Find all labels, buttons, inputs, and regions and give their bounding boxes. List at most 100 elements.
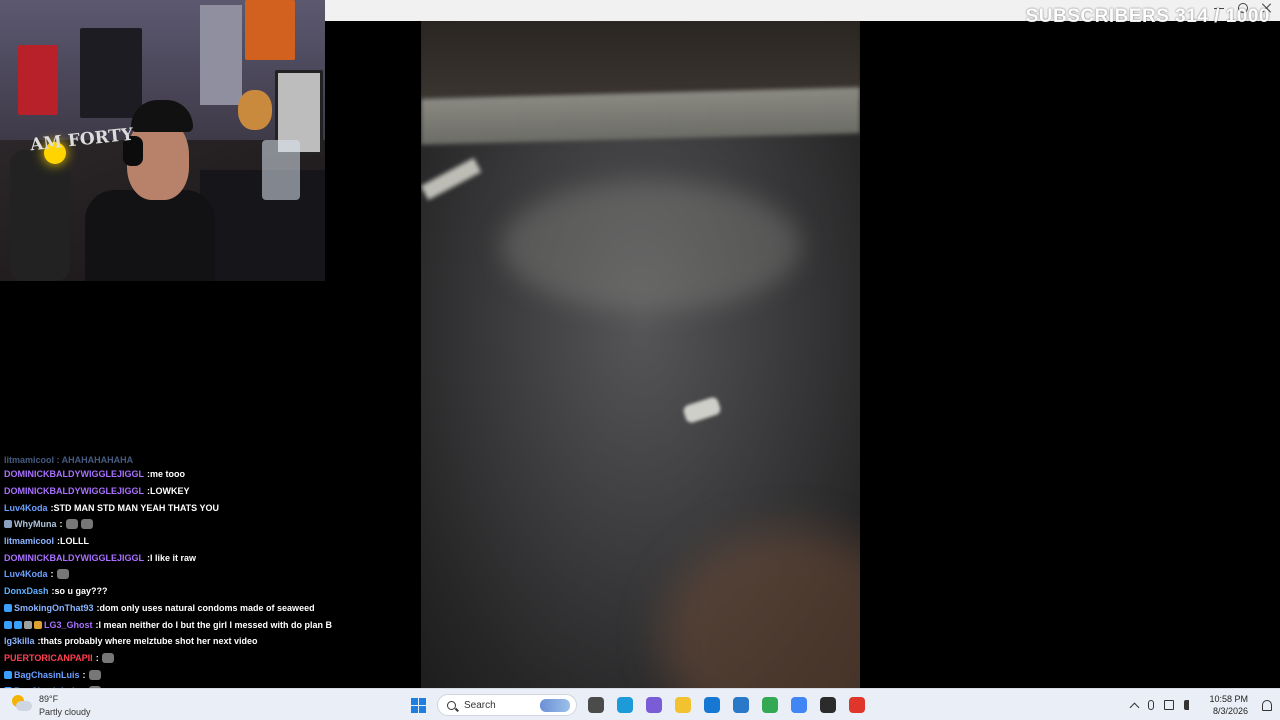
chat-separator: :: [82, 669, 86, 680]
chat-message: BagChasinLuis:: [0, 666, 420, 683]
folder-icon: [674, 697, 691, 713]
taskbar-app-obs[interactable]: [817, 695, 838, 716]
chat-message-partial: litmamicool : AHAHAHAHAHA: [4, 455, 134, 465]
chat-username[interactable]: Luv4Koda: [4, 569, 48, 579]
webcam-chair: [10, 150, 70, 281]
chat-emote-icon: [101, 652, 114, 663]
taskbar-app-folder[interactable]: [672, 695, 693, 716]
taskbar-app-outlook[interactable]: [730, 695, 751, 716]
taskbar-app-copilot[interactable]: [643, 695, 664, 716]
search-placeholder: Search: [464, 699, 496, 711]
weather-widget[interactable]: 89°F Partly cloudy: [6, 691, 126, 719]
chat-text: LOWKEY: [150, 486, 190, 497]
chat-overlay: litmamicool : AHAHAHAHAHA DOMINICKBALDYW…: [0, 454, 420, 688]
video-road-paint: [421, 157, 482, 201]
chat-username[interactable]: WhyMuna: [14, 519, 57, 529]
taskbar-app-chrome[interactable]: [759, 695, 780, 716]
partly-cloudy-icon: [12, 695, 32, 713]
show-hidden-icons-chevron-icon[interactable]: [1130, 702, 1140, 712]
weather-temp: 89°F: [39, 694, 59, 704]
webcam-window: [200, 5, 242, 105]
chat-text: I mean neither do I but the girl I messe…: [98, 619, 333, 630]
webcam-poster-jersey: [18, 45, 58, 115]
taskbar-app-store[interactable]: [701, 695, 722, 716]
taskbar-app-chrome-2[interactable]: [788, 695, 809, 716]
chat-username[interactable]: Luv4Koda: [4, 503, 48, 513]
streamer-shirt: [85, 190, 215, 281]
chat-separator: :: [59, 519, 63, 530]
chat-message: DOMINICKBALDYWIGGLEJIGGL: I like it raw: [0, 549, 420, 566]
edge-icon: [616, 697, 633, 713]
chat-text: LOLLL: [60, 536, 90, 547]
clock-date: 8/3/2026: [1212, 706, 1248, 716]
chat-text: so u gay???: [54, 586, 108, 597]
chat-message-list: DOMINICKBALDYWIGGLEJIGGL: me tooo DOMINIC…: [0, 466, 420, 688]
chat-message: DOMINICKBALDYWIGGLEJIGGL: LOWKEY: [0, 483, 420, 500]
outlook-icon: [732, 697, 749, 713]
microphone-icon[interactable]: [1148, 700, 1155, 710]
copilot-icon: [645, 697, 662, 713]
notification-bell-icon[interactable]: [1262, 699, 1272, 711]
chat-username[interactable]: lg3killa: [4, 636, 35, 646]
webcam-feed: AM FORTY: [0, 0, 325, 281]
chat-text: me tooo: [150, 469, 185, 480]
windows-taskbar: 89°F Partly cloudy Search 10:58 PM 8/3/2…: [0, 688, 1280, 720]
chat-username[interactable]: LG3_Ghost: [44, 620, 93, 630]
chat-emote-icon: [56, 569, 69, 580]
chat-badge-icon: [4, 670, 12, 679]
chat-message: litmamicool: LOLLL: [0, 533, 420, 550]
chat-username[interactable]: DOMINICKBALDYWIGGLEJIGGL: [4, 553, 144, 563]
store-icon: [703, 697, 720, 713]
chat-message: DOMINICKBALDYWIGGLEJIGGL: me tooo: [0, 466, 420, 483]
chat-message: lg3killa: thats probably where melztube …: [0, 633, 420, 650]
start-button[interactable]: [408, 695, 429, 716]
chat-emote-icon: [80, 519, 93, 530]
chat-username[interactable]: PUERTORICANPAPII: [4, 653, 93, 663]
clock-time: 10:58 PM: [1209, 694, 1248, 704]
chat-emote-icon: [65, 519, 78, 530]
chat-text: I like it raw: [150, 552, 197, 563]
chat-message: LG3_Ghost: I mean neither do I but the g…: [0, 616, 420, 633]
weather-desc: Partly cloudy: [39, 707, 91, 717]
obs-icon: [819, 697, 836, 713]
taskbar-app-file-explorer[interactable]: [585, 695, 606, 716]
chat-text: dom only uses natural condoms made of se…: [99, 602, 315, 613]
chat-username[interactable]: BagChasinLuis: [14, 670, 80, 680]
chrome-icon: [761, 697, 778, 713]
taskbar-apps: [585, 695, 867, 716]
subscriber-goal-overlay: SUBSCRIBERS 314 / 1000: [1025, 6, 1270, 27]
file-explorer-icon: [587, 697, 604, 713]
speaker-icon[interactable]: [1184, 700, 1195, 710]
chat-message: PUERTORICANPAPII:: [0, 650, 420, 667]
taskbar-search[interactable]: Search: [437, 694, 577, 716]
webcam-poster-orange: [245, 0, 295, 60]
chat-badge-icon: [4, 620, 12, 629]
chat-text: thats probably where melztube shot her n…: [40, 636, 258, 647]
video-dark-area: [421, 21, 860, 99]
windows-logo-icon: [411, 697, 426, 713]
chat-username[interactable]: DOMINICKBALDYWIGGLEJIGGL: [4, 469, 144, 479]
tray-icons: [1130, 700, 1195, 712]
chat-message: Luv4Koda:: [0, 566, 420, 583]
chrome-2-icon: [790, 697, 807, 713]
taskbar-app-edge[interactable]: [614, 695, 635, 716]
taskbar-center: Search: [408, 693, 867, 717]
display-icon[interactable]: [1164, 700, 1175, 710]
video-light-patch: [501, 181, 801, 311]
streaming-app-icon: [848, 697, 865, 713]
chat-username[interactable]: DonxDash: [4, 586, 49, 596]
chat-text: STD MAN STD MAN YEAH THATS YOU: [53, 502, 220, 513]
main-video[interactable]: [421, 21, 860, 688]
streamer-cap: [131, 100, 193, 132]
taskbar-clock[interactable]: 10:58 PM 8/3/2026: [1209, 693, 1248, 717]
video-shadow: [660, 528, 860, 688]
chat-badge-icon: [4, 603, 12, 612]
chat-badge-icon: [34, 620, 42, 629]
webcam-streamer: [75, 100, 215, 281]
chat-username[interactable]: DOMINICKBALDYWIGGLEJIGGL: [4, 486, 144, 496]
taskbar-app-streaming-app[interactable]: [846, 695, 867, 716]
search-highlight-icon: [540, 699, 570, 712]
search-icon: [447, 700, 456, 710]
chat-username[interactable]: SmokingOnThat93: [14, 603, 94, 613]
chat-username[interactable]: litmamicool: [4, 536, 54, 546]
